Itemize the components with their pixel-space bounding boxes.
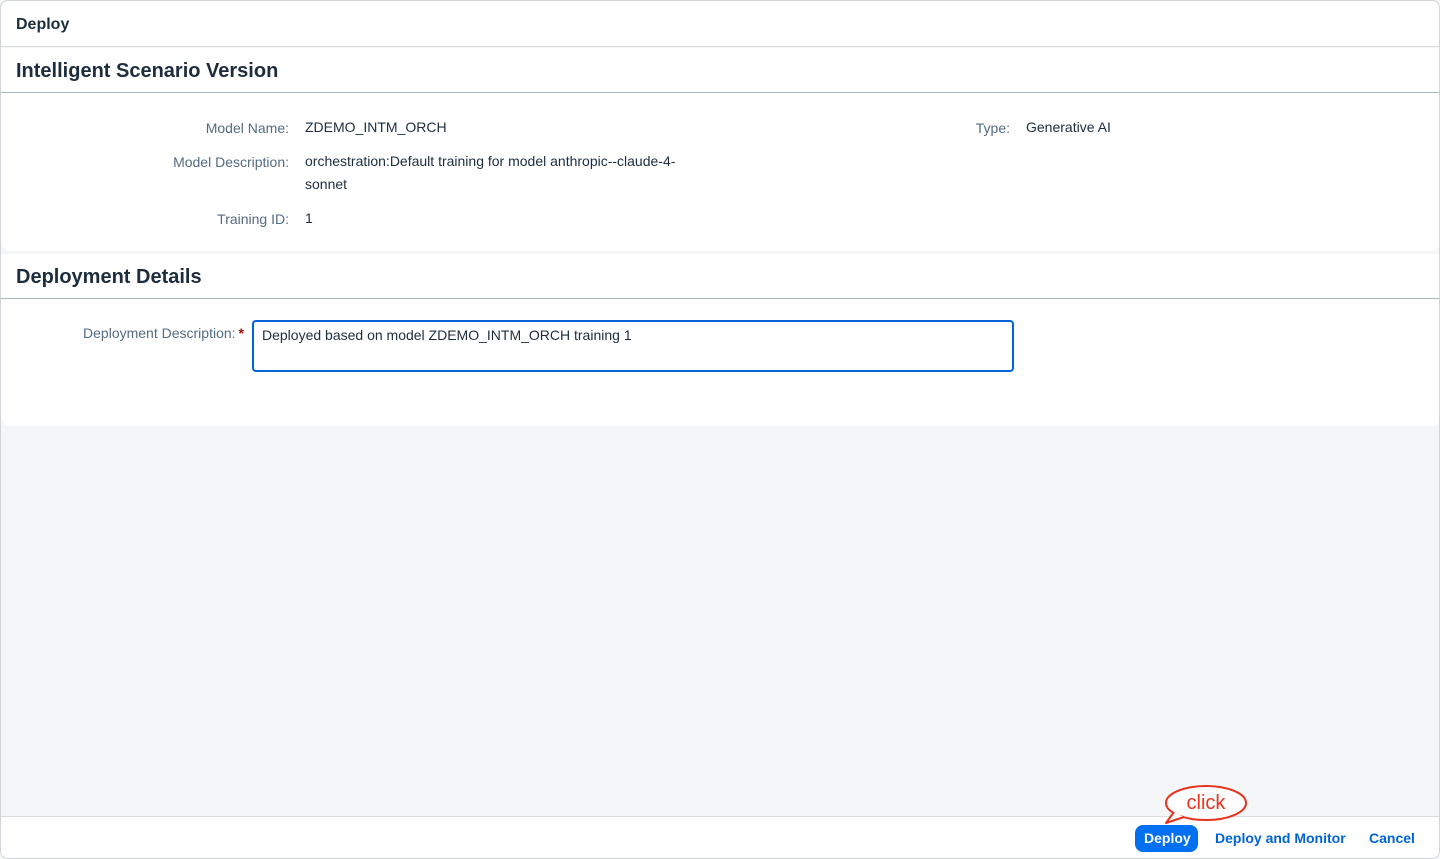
training-id-value: 1 bbox=[305, 210, 313, 226]
model-description-line: orchestration:Default training for model… bbox=[305, 153, 676, 169]
dialog-title: Deploy bbox=[16, 16, 70, 33]
model-description-line: sonnet bbox=[305, 176, 348, 192]
click-callout-text: click bbox=[1186, 792, 1226, 814]
deploy-and-monitor-button[interactable]: Deploy and Monitor bbox=[1206, 825, 1355, 852]
model-name-label: Model Name: bbox=[205, 120, 289, 136]
cancel-button[interactable]: Cancel bbox=[1360, 825, 1424, 852]
training-id-label: Training ID: bbox=[217, 211, 289, 227]
deployment-description-label: Deployment Description: * bbox=[83, 325, 244, 341]
model-description-value: orchestration:Default training for model… bbox=[305, 150, 675, 196]
model-description-label: Model Description: bbox=[173, 154, 289, 170]
type-label: Type: bbox=[975, 120, 1010, 136]
deploy-dialog: Deploy Intelligent Scenario Version Mode… bbox=[0, 0, 1440, 859]
deploy-button[interactable]: Deploy bbox=[1135, 825, 1198, 852]
scenario-section-title: Intelligent Scenario Version bbox=[16, 60, 279, 82]
model-name-value: ZDEMO_INTM_ORCH bbox=[305, 119, 447, 135]
section-divider bbox=[1, 92, 1439, 93]
deployment-section: Deployment Details Deployment Descriptio… bbox=[1, 254, 1439, 426]
deployment-description-input[interactable]: Deployed based on model ZDEMO_INTM_ORCH … bbox=[252, 320, 1014, 372]
required-marker: * bbox=[238, 325, 244, 341]
type-value: Generative AI bbox=[1026, 119, 1111, 135]
deployment-section-title: Deployment Details bbox=[16, 266, 202, 288]
deployment-description-label-text: Deployment Description: bbox=[83, 325, 236, 341]
dialog-header: Deploy bbox=[1, 1, 1439, 47]
scenario-section: Intelligent Scenario Version Model Name:… bbox=[1, 48, 1439, 251]
section-divider bbox=[1, 298, 1439, 299]
